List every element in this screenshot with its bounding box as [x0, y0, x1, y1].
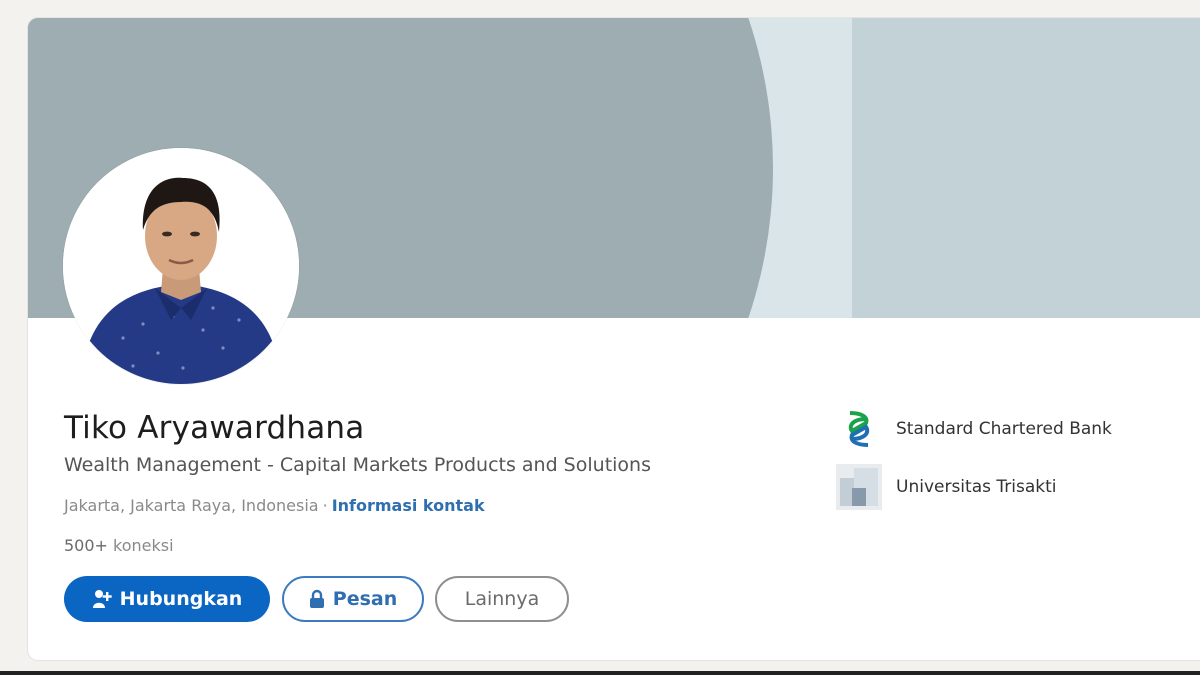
connect-button-label: Hubungkan: [119, 588, 243, 610]
org-name: Universitas Trisakti: [896, 477, 1057, 497]
message-button-label: Pesan: [332, 588, 398, 610]
message-button[interactable]: Pesan: [282, 576, 424, 622]
add-person-icon: [92, 588, 112, 610]
connect-button[interactable]: Hubungkan: [64, 576, 270, 622]
connections-label: koneksi: [113, 536, 174, 555]
org-name: Standard Chartered Bank: [896, 419, 1112, 439]
location-row: Jakarta, Jakarta Raya, Indonesia · Informa…: [64, 496, 485, 515]
connections-row[interactable]: 500+ koneksi: [64, 536, 174, 555]
profile-headline: Wealth Management - Capital Markets Prod…: [64, 454, 651, 476]
org-item-standard-chartered[interactable]: Standard Chartered Bank: [836, 406, 1112, 452]
more-button-label: Lainnya: [464, 588, 540, 610]
standard-chartered-logo-icon: [836, 406, 882, 452]
university-logo-icon: [836, 464, 882, 510]
profile-card: Tiko Aryawardhana Wealth Management - Ca…: [28, 18, 1200, 660]
connections-count: 500+: [64, 536, 108, 555]
profile-name: Tiko Aryawardhana: [64, 410, 365, 446]
bottom-divider: [0, 671, 1200, 675]
profile-location: Jakarta, Jakarta Raya, Indonesia: [64, 496, 319, 515]
avatar-photo: [63, 148, 299, 384]
contact-info-link[interactable]: Informasi kontak: [332, 496, 485, 515]
lock-icon: [309, 589, 325, 609]
org-item-universitas-trisakti[interactable]: Universitas Trisakti: [836, 464, 1056, 510]
separator-dot: ·: [322, 496, 328, 515]
avatar[interactable]: [63, 148, 299, 384]
more-button[interactable]: Lainnya: [435, 576, 569, 622]
